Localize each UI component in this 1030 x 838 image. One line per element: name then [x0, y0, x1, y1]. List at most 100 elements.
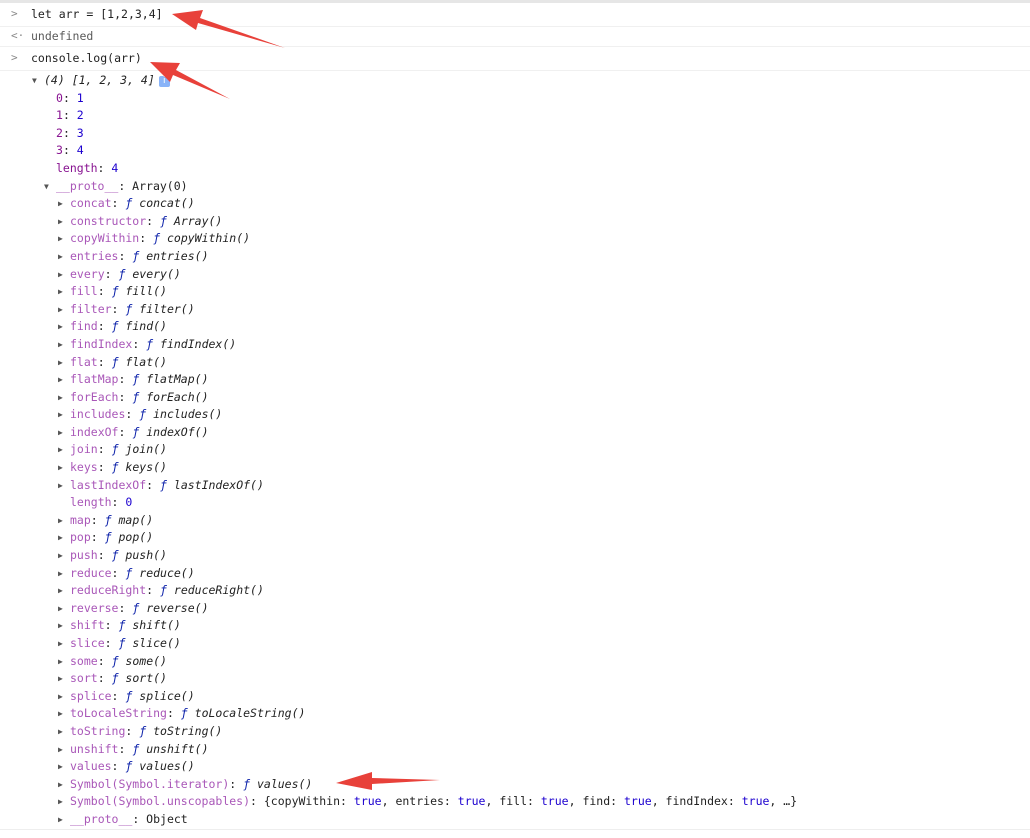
expand-right-icon[interactable]: ▶ — [58, 371, 68, 389]
property-key: some — [70, 653, 98, 668]
property-value: 0 — [125, 495, 133, 510]
proto-member-row[interactable]: ▶ entries: ƒ entries() — [0, 248, 1030, 266]
function-name: find() — [118, 319, 167, 334]
expand-right-icon[interactable]: ▶ — [58, 283, 68, 301]
proto-member-row[interactable]: ▶ shift: ƒ shift() — [0, 617, 1030, 635]
array-preview: (4) [1, 2, 3, 4] — [44, 73, 155, 87]
expand-right-icon[interactable]: ▶ — [58, 582, 68, 600]
expand-right-icon[interactable]: ▶ — [58, 758, 68, 776]
function-name: copyWithin() — [160, 231, 251, 246]
proto-member-row[interactable]: ▶ toString: ƒ toString() — [0, 723, 1030, 741]
function-name: findIndex() — [153, 336, 237, 351]
expand-right-icon[interactable]: ▶ — [58, 793, 68, 811]
expand-right-icon[interactable]: ▶ — [58, 723, 68, 741]
proto-member-row[interactable]: ▶ splice: ƒ splice() — [0, 688, 1030, 706]
expand-right-icon[interactable]: ▶ — [58, 741, 68, 759]
expand-right-icon[interactable]: ▶ — [58, 441, 68, 459]
expand-right-icon[interactable]: ▶ — [58, 389, 68, 407]
expand-right-icon[interactable]: ▶ — [58, 301, 68, 319]
expand-right-icon[interactable]: ▶ — [58, 811, 68, 829]
expand-down-icon[interactable]: ▼ — [32, 72, 42, 90]
unscopables-row[interactable]: ▶ Symbol(Symbol.unscopables): {copyWithin… — [0, 793, 1030, 811]
proto-member-row[interactable]: ▶ includes: ƒ includes() — [0, 406, 1030, 424]
expand-right-icon[interactable]: ▶ — [58, 318, 68, 336]
expand-right-icon[interactable]: ▶ — [58, 477, 68, 495]
expand-right-icon[interactable]: ▶ — [58, 195, 68, 213]
expand-right-icon[interactable]: ▶ — [58, 653, 68, 671]
proto-member-row[interactable]: ▶ every: ƒ every() — [0, 266, 1030, 284]
proto-member-row[interactable]: ▶ constructor: ƒ Array() — [0, 213, 1030, 231]
proto-member-row[interactable]: ▶ reverse: ƒ reverse() — [0, 600, 1030, 618]
function-name: join() — [118, 442, 167, 457]
expand-right-icon[interactable]: ▶ — [58, 670, 68, 688]
proto-member-row[interactable]: ▶ flatMap: ƒ flatMap() — [0, 371, 1030, 389]
proto-member-row[interactable]: ▶ find: ƒ find() — [0, 318, 1030, 336]
property-key: flatMap — [70, 372, 119, 387]
expand-right-icon[interactable]: ▶ — [58, 459, 68, 477]
expand-right-icon[interactable]: ▶ — [58, 424, 68, 442]
proto-member-row[interactable]: ▶ join: ƒ join() — [0, 441, 1030, 459]
proto-member-row[interactable]: ▶ sort: ƒ sort() — [0, 670, 1030, 688]
property-key: filter — [70, 301, 112, 316]
expand-right-icon[interactable]: ▶ — [58, 635, 68, 653]
proto-member-row[interactable]: ▶ unshift: ƒ unshift() — [0, 741, 1030, 759]
function-name: keys() — [118, 460, 167, 475]
proto-member-row[interactable]: ▶ toLocaleString: ƒ toLocaleString() — [0, 705, 1030, 723]
expand-right-icon[interactable]: ▶ — [58, 336, 68, 354]
proto-member-row[interactable]: ▶ findIndex: ƒ findIndex() — [0, 336, 1030, 354]
array-root-row[interactable]: ▼ (4) [1, 2, 3, 4] i — [0, 72, 1030, 90]
proto-member-row[interactable]: ▶ forEach: ƒ forEach() — [0, 389, 1030, 407]
proto-member-row[interactable]: ▶ fill: ƒ fill() — [0, 283, 1030, 301]
info-icon[interactable]: i — [158, 76, 170, 87]
expand-right-icon[interactable]: ▶ — [58, 248, 68, 266]
separator: : — [166, 706, 181, 721]
expand-right-icon[interactable]: ▶ — [58, 512, 68, 530]
proto-member-row[interactable]: ▶ filter: ƒ filter() — [0, 301, 1030, 319]
function-name: splice() — [132, 688, 195, 703]
proto-member-row[interactable]: ▶ Symbol(Symbol.iterator): ƒ values() — [0, 776, 1030, 794]
expand-right-icon[interactable]: ▶ — [58, 776, 68, 794]
proto-member-row[interactable]: ▶ push: ƒ push() — [0, 547, 1030, 565]
proto-member-row[interactable]: ▶ pop: ƒ pop() — [0, 529, 1030, 547]
separator: : — [111, 301, 126, 316]
expand-right-icon[interactable]: ▶ — [58, 213, 68, 231]
function-symbol: ƒ — [243, 776, 251, 791]
console-input-log[interactable]: > console.log(arr) — [0, 47, 1030, 71]
property-key: length — [56, 160, 98, 175]
expand-down-icon[interactable]: ▼ — [44, 178, 54, 196]
row-content: join: ƒ join() — [70, 441, 167, 459]
expand-right-icon[interactable]: ▶ — [58, 354, 68, 372]
row-content: constructor: ƒ Array() — [70, 213, 222, 231]
proto-member-row[interactable]: ▶ indexOf: ƒ indexOf() — [0, 424, 1030, 442]
preview-value: true — [741, 794, 770, 809]
proto-member-row[interactable]: ▶ reduceRight: ƒ reduceRight() — [0, 582, 1030, 600]
expand-right-icon[interactable]: ▶ — [58, 266, 68, 284]
proto-member-row[interactable]: ▶ values: ƒ values() — [0, 758, 1030, 776]
expand-right-icon[interactable]: ▶ — [58, 547, 68, 565]
expand-right-icon[interactable]: ▶ — [58, 406, 68, 424]
preview-value: true — [623, 794, 652, 809]
separator: : — [62, 108, 77, 123]
proto-member-row[interactable]: ▶ slice: ƒ slice() — [0, 635, 1030, 653]
property-key: find — [70, 319, 98, 334]
proto-member-row[interactable]: ▶ copyWithin: ƒ copyWithin() — [0, 230, 1030, 248]
proto-member-row[interactable]: ▶ map: ƒ map() — [0, 512, 1030, 530]
proto-member-row[interactable]: ▶ some: ƒ some() — [0, 653, 1030, 671]
proto-member-row[interactable]: ▶ concat: ƒ concat() — [0, 195, 1030, 213]
expand-right-icon[interactable]: ▶ — [58, 230, 68, 248]
console-input-let-arr[interactable]: > let arr = [1,2,3,4] — [0, 3, 1030, 27]
expand-right-icon[interactable]: ▶ — [58, 600, 68, 618]
proto-member-row[interactable]: ▶ keys: ƒ keys() — [0, 459, 1030, 477]
separator: : — [90, 530, 105, 545]
expand-right-icon[interactable]: ▶ — [58, 617, 68, 635]
proto-member-row[interactable]: ▶ flat: ƒ flat() — [0, 354, 1030, 372]
proto-member-row[interactable]: ▶ lastIndexOf: ƒ lastIndexOf() — [0, 477, 1030, 495]
expand-right-icon[interactable]: ▶ — [58, 688, 68, 706]
proto-row[interactable]: ▼ __proto__: Array(0) — [0, 178, 1030, 196]
expand-right-icon[interactable]: ▶ — [58, 705, 68, 723]
function-symbol: ƒ — [180, 706, 188, 721]
proto-object-row[interactable]: ▶ __proto__: Object — [0, 811, 1030, 829]
proto-member-row[interactable]: ▶ reduce: ƒ reduce() — [0, 565, 1030, 583]
expand-right-icon[interactable]: ▶ — [58, 529, 68, 547]
expand-right-icon[interactable]: ▶ — [58, 565, 68, 583]
